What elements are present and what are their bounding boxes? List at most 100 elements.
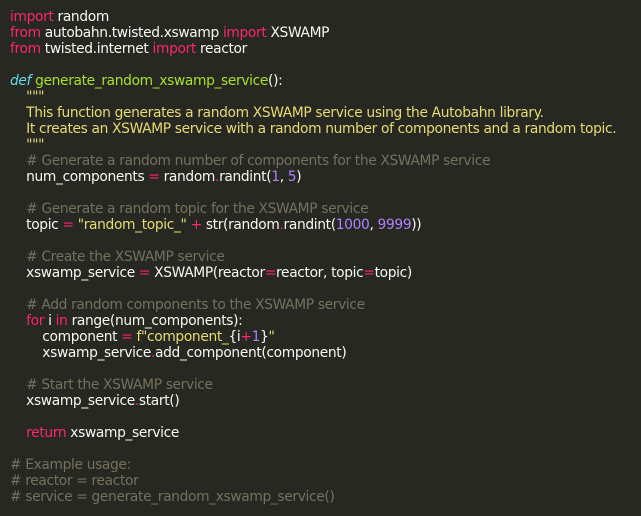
code-line[interactable]: from twisted.internet import reactor [10, 41, 641, 57]
code-token-plain: autobahn.twisted.xswamp [40, 25, 223, 41]
code-token-keyword: from [10, 25, 41, 41]
code-line[interactable]: # Generate a random topic for the XSWAMP… [10, 201, 641, 217]
code-line[interactable]: return xswamp_service [10, 425, 641, 441]
code-line[interactable]: ​ [10, 441, 641, 457]
code-token-operator: = [62, 217, 74, 233]
code-token-funcname: generate_random_xswamp_service [35, 73, 269, 89]
code-token-comment: # Create the XSWAMP service [10, 249, 225, 265]
code-line[interactable]: component = f"component_{i+1}" [10, 329, 641, 345]
code-line[interactable]: num_components = random.randint(1, 5) [10, 169, 641, 185]
code-line[interactable]: ​ [10, 281, 641, 297]
code-token-plain: xswamp_service [10, 345, 151, 361]
code-token-operator: = [121, 329, 133, 345]
code-token-plain: twisted.internet [40, 41, 153, 57]
code-line[interactable]: # Create the XSWAMP service [10, 249, 641, 265]
code-token-operator: = [363, 265, 375, 281]
code-token-plain: num_components [10, 169, 149, 185]
code-token-number: 1 [251, 329, 261, 345]
code-token-plain: (): [268, 73, 283, 89]
code-token-docstring: """ [10, 89, 45, 105]
code-token-string: f"component_ [136, 329, 229, 345]
code-token-string: " [268, 329, 275, 345]
code-token-plain: )) [411, 217, 422, 233]
code-token-operator: = [264, 265, 277, 281]
code-token-keyword: import [222, 25, 267, 41]
code-token-keyword: in [55, 313, 68, 329]
code-token-keyword: import [10, 9, 54, 25]
code-token-comment: # Add random components to the XSWAMP se… [10, 297, 365, 313]
code-line[interactable]: # Start the XSWAMP service [10, 377, 641, 393]
code-token-plain: , [369, 217, 378, 233]
code-line[interactable]: for i in range(num_components): [10, 313, 641, 329]
code-line[interactable]: This function generates a random XSWAMP … [10, 105, 641, 121]
code-line[interactable]: from autobahn.twisted.xswamp import XSWA… [10, 25, 641, 41]
code-token-number: 1 [271, 169, 280, 185]
code-token-comment: # Start the XSWAMP service [10, 377, 213, 393]
code-token-operator: = [138, 265, 151, 281]
code-token-plain: add_component(component) [155, 345, 347, 361]
code-token-plain: randint( [219, 169, 272, 185]
code-token-operator: + [190, 217, 203, 233]
code-token-plain: XSWAMP [266, 25, 330, 41]
code-line[interactable]: # service = generate_random_xswamp_servi… [10, 489, 641, 505]
code-line[interactable]: topic = "random_topic_" + str(random.ran… [10, 217, 641, 233]
code-line[interactable]: xswamp_service.add_component(component) [10, 345, 641, 361]
code-line[interactable]: # reactor = reactor [10, 473, 641, 489]
code-token-comment: # Generate a random number of components… [10, 153, 491, 169]
code-line[interactable]: xswamp_service.start() [10, 393, 641, 409]
code-token-plain: range(num_components): [67, 313, 243, 329]
code-token-number: 9999 [377, 217, 412, 233]
code-line[interactable]: ​ [10, 57, 641, 73]
code-token-plain: xswamp_service [10, 265, 139, 281]
code-token-docstring: This function generates a random XSWAMP … [10, 105, 544, 121]
code-token-string: "random_topic_" [77, 217, 187, 233]
code-token-keyword: return [26, 425, 67, 441]
code-token-plain: str(random [201, 217, 280, 233]
code-token-plain: component [10, 329, 122, 345]
code-token-plain: ) [296, 169, 302, 185]
code-token-plain: reactor [195, 41, 247, 57]
code-line[interactable]: # Example usage: [10, 457, 641, 473]
code-token-number: 5 [287, 169, 297, 185]
code-token-operator: + [240, 329, 252, 345]
code-token-docstring: It creates an XSWAMP service with a rand… [10, 121, 617, 137]
code-token-operator: = [148, 169, 160, 185]
code-token-defkw: def [10, 73, 32, 89]
code-token-plain: {i [228, 329, 241, 345]
code-editor[interactable]: import random from autobahn.twisted.xswam… [0, 0, 641, 516]
code-token-plain: topic) [374, 265, 413, 281]
code-line[interactable]: ​ [10, 233, 641, 249]
code-token-keyword: for [26, 313, 45, 329]
code-token-plain: random [53, 9, 110, 25]
code-token-plain: xswamp_service [10, 393, 135, 409]
code-token-keyword: import [152, 41, 197, 57]
code-token-comment: # Generate a random topic for the XSWAMP… [10, 201, 369, 217]
code-token-plain: start() [138, 393, 180, 409]
code-token-plain: , [279, 169, 288, 185]
code-line[interactable]: ​ [10, 185, 641, 201]
code-token-comment: # Example usage: [10, 457, 131, 473]
code-token-docstring: """ [10, 137, 45, 153]
code-line[interactable]: It creates an XSWAMP service with a rand… [10, 121, 641, 137]
code-token-number: 1000 [335, 217, 370, 233]
code-token-keyword: from [10, 41, 41, 57]
code-line[interactable]: """ [10, 137, 641, 153]
code-token-comment: # reactor = reactor [10, 473, 139, 489]
code-token-plain: xswamp_service [66, 425, 179, 441]
code-line[interactable]: # Add random components to the XSWAMP se… [10, 297, 641, 313]
code-line[interactable]: ​ [10, 361, 641, 377]
code-line[interactable]: """ [10, 89, 641, 105]
code-line[interactable]: import random [10, 9, 641, 25]
code-token-plain: random [159, 169, 216, 185]
code-token-comment: # service = generate_random_xswamp_servi… [10, 489, 335, 505]
code-token-plain: topic [10, 217, 63, 233]
code-line[interactable]: ​ [10, 409, 641, 425]
code-line[interactable]: def generate_random_xswamp_service(): [10, 73, 641, 89]
code-line[interactable]: xswamp_service = XSWAMP(reactor=reactor,… [10, 265, 641, 281]
code-line[interactable]: # Generate a random number of components… [10, 153, 641, 169]
code-token-plain: reactor, topic [276, 265, 364, 281]
code-token-plain: randint( [283, 217, 337, 233]
code-token-plain: XSWAMP(reactor [150, 265, 265, 281]
